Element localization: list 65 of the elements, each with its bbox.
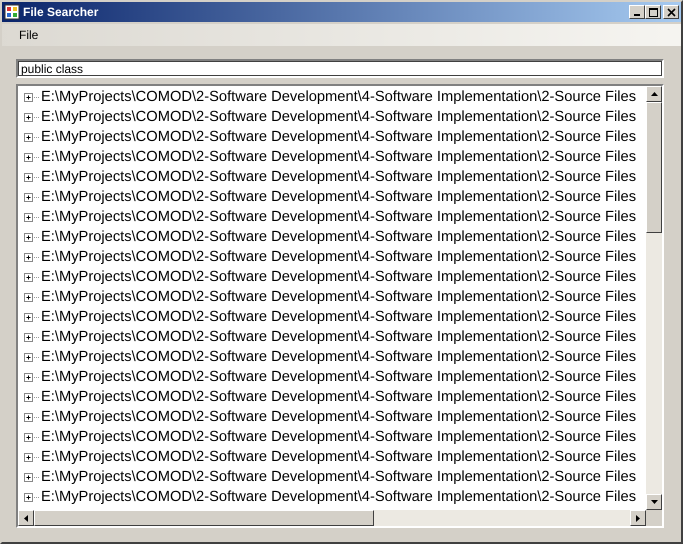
tree-item[interactable]: E:\MyProjects\COMOD\2-Software Development\4-Software Implementation\2-Source Files: [40, 89, 638, 105]
tree-item[interactable]: E:\MyProjects\COMOD\2-Software Development\4-Software Implementation\2-Source Files: [40, 129, 638, 145]
maximize-button[interactable]: [645, 5, 661, 19]
expander-icon[interactable]: [23, 232, 34, 242]
window-title: File Searcher: [23, 5, 100, 19]
tree-item[interactable]: E:\MyProjects\COMOD\2-Software Development\4-Software Implementation\2-Source Files: [40, 389, 638, 405]
tree-item[interactable]: E:\MyProjects\COMOD\2-Software Development\4-Software Implementation\2-Source Files: [40, 269, 638, 285]
expander-icon[interactable]: [23, 252, 34, 262]
expander-icon[interactable]: [23, 492, 34, 502]
scroll-right-button[interactable]: [630, 510, 646, 526]
tree-item[interactable]: E:\MyProjects\COMOD\2-Software Development\4-Software Implementation\2-Source Files: [40, 409, 638, 425]
expander-icon[interactable]: [23, 332, 34, 342]
scroll-down-button[interactable]: [646, 494, 662, 510]
app-icon: [4, 4, 20, 20]
tree-item[interactable]: E:\MyProjects\COMOD\2-Software Development\4-Software Implementation\2-Source Files: [40, 109, 638, 125]
expander-icon[interactable]: [23, 152, 34, 162]
expander-icon[interactable]: [23, 312, 34, 322]
minimize-icon: [634, 14, 640, 16]
expander-icon[interactable]: [23, 352, 34, 362]
tree-item[interactable]: E:\MyProjects\COMOD\2-Software Development\4-Software Implementation\2-Source Files: [40, 249, 638, 265]
expander-icon[interactable]: [23, 372, 34, 382]
tree-item[interactable]: E:\MyProjects\COMOD\2-Software Development\4-Software Implementation\2-Source Files: [40, 469, 638, 485]
expander-icon[interactable]: [23, 192, 34, 202]
tree-item[interactable]: E:\MyProjects\COMOD\2-Software Development\4-Software Implementation\2-Source Files: [40, 369, 638, 385]
minimize-button[interactable]: [629, 5, 645, 19]
tree-item[interactable]: E:\MyProjects\COMOD\2-Software Development\4-Software Implementation\2-Source Files: [40, 329, 638, 345]
right-arrow-icon: [636, 514, 640, 522]
expander-icon[interactable]: [23, 212, 34, 222]
expander-icon[interactable]: [23, 392, 34, 402]
scroll-left-button[interactable]: [18, 510, 34, 526]
left-arrow-icon: [24, 514, 28, 522]
expander-icon[interactable]: [23, 432, 34, 442]
down-arrow-icon: [650, 500, 658, 504]
scroll-thumb[interactable]: [646, 102, 662, 233]
up-arrow-icon: [650, 92, 658, 96]
tree-item[interactable]: E:\MyProjects\COMOD\2-Software Development\4-Software Implementation\2-Source Files: [40, 189, 638, 205]
tree-item[interactable]: E:\MyProjects\COMOD\2-Software Development\4-Software Implementation\2-Source Files: [40, 349, 638, 365]
scroll-up-button[interactable]: [646, 86, 662, 102]
search-field[interactable]: public class: [16, 59, 664, 78]
tree-item[interactable]: E:\MyProjects\COMOD\2-Software Development\4-Software Implementation\2-Source Files: [40, 429, 638, 445]
horizontal-scrollbar[interactable]: [18, 510, 646, 526]
expander-icon[interactable]: [23, 292, 34, 302]
expander-icon[interactable]: [23, 172, 34, 182]
tree-item[interactable]: E:\MyProjects\COMOD\2-Software Development\4-Software Implementation\2-Source Files: [40, 229, 638, 245]
close-button[interactable]: [663, 5, 679, 19]
tree-item[interactable]: E:\MyProjects\COMOD\2-Software Development\4-Software Implementation\2-Source Files: [40, 149, 638, 165]
scrollbar-corner: [646, 510, 662, 526]
tree-item[interactable]: E:\MyProjects\COMOD\2-Software Development\4-Software Implementation\2-Source Files: [40, 309, 638, 325]
expander-icon[interactable]: [23, 472, 34, 482]
tree-item[interactable]: E:\MyProjects\COMOD\2-Software Development\4-Software Implementation\2-Source Files: [40, 209, 638, 225]
scroll-thumb[interactable]: [34, 510, 374, 526]
expander-icon[interactable]: [23, 92, 34, 102]
maximize-icon: [648, 8, 658, 16]
menu-item[interactable]: File: [12, 28, 46, 42]
expander-icon[interactable]: [23, 452, 34, 462]
tree-item[interactable]: E:\MyProjects\COMOD\2-Software Development\4-Software Implementation\2-Source Files: [40, 489, 638, 505]
close-icon: [666, 8, 676, 16]
tree-item[interactable]: E:\MyProjects\COMOD\2-Software Development\4-Software Implementation\2-Source Files: [40, 169, 638, 185]
expander-icon[interactable]: [23, 132, 34, 142]
vertical-scrollbar[interactable]: [646, 86, 662, 510]
expander-icon[interactable]: [23, 272, 34, 282]
expander-icon[interactable]: [23, 412, 34, 422]
tree-item[interactable]: E:\MyProjects\COMOD\2-Software Development\4-Software Implementation\2-Source Files: [40, 289, 638, 305]
expander-icon[interactable]: [23, 112, 34, 122]
tree-item[interactable]: E:\MyProjects\COMOD\2-Software Development\4-Software Implementation\2-Source Files: [40, 449, 638, 465]
